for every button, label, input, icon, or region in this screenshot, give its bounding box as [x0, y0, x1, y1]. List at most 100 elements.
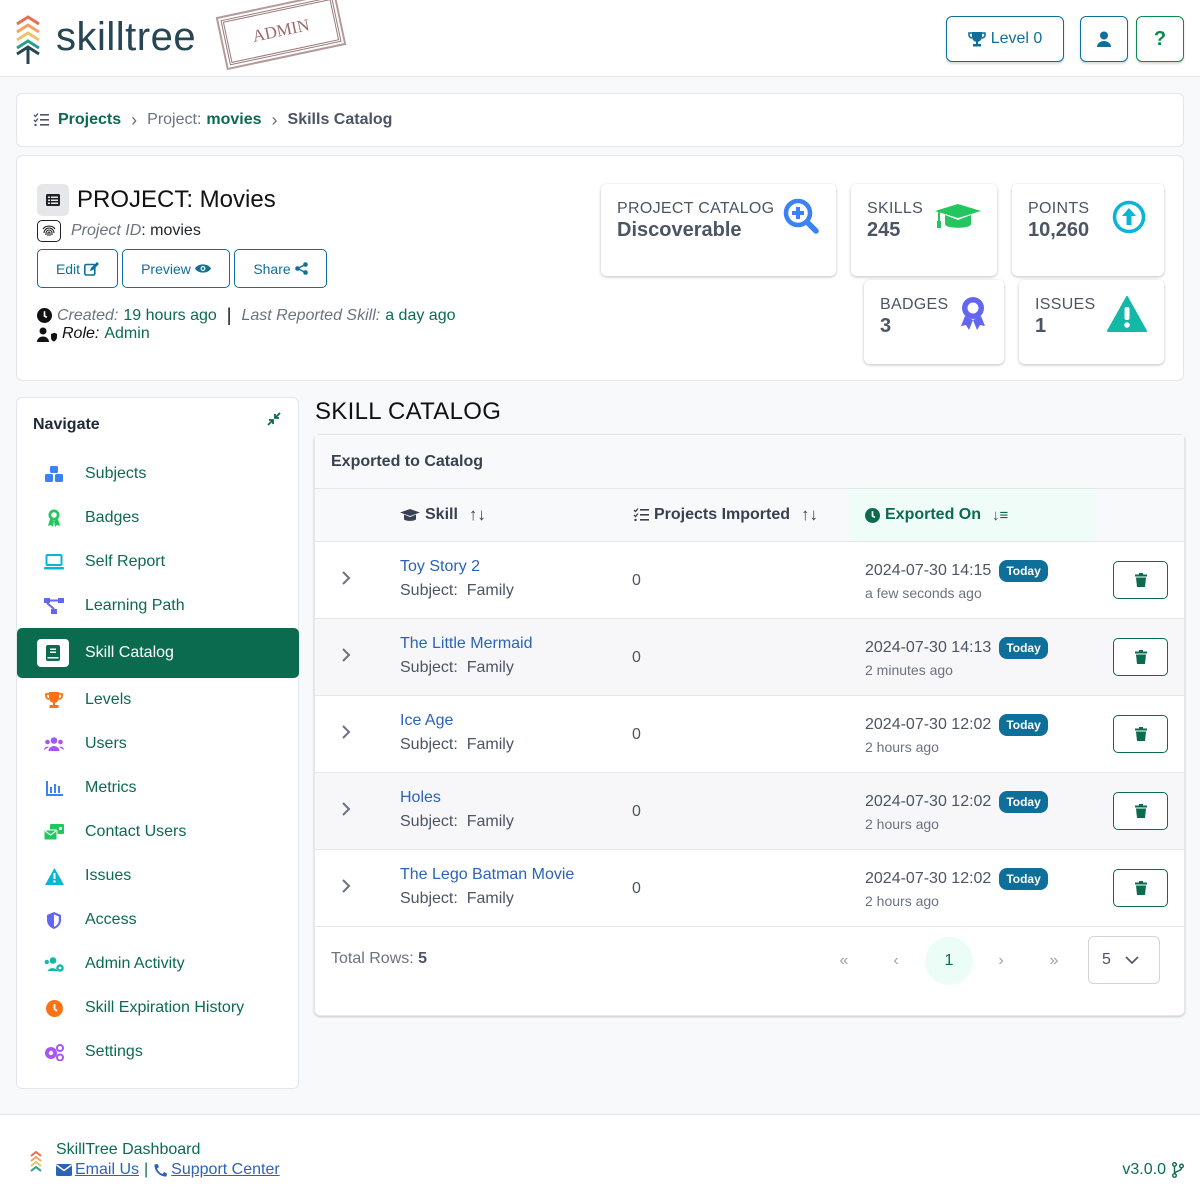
subject-value: Family [466, 736, 514, 753]
level-button[interactable]: Level 0 [946, 16, 1064, 62]
preview-button[interactable]: Preview [122, 249, 230, 288]
delete-button[interactable] [1113, 792, 1168, 830]
nav-item-issues[interactable]: Issues [17, 851, 299, 901]
trash-icon [1134, 727, 1147, 741]
delete-button[interactable] [1113, 715, 1168, 753]
nav-item-skill-catalog[interactable]: Skill Catalog [17, 628, 299, 678]
first-page-button[interactable]: « [820, 937, 868, 985]
edit-label: Edit [55, 260, 81, 277]
stat-card-skills: SKILLS 245 [851, 184, 997, 276]
warning-icon [1107, 296, 1147, 332]
clock-icon [43, 997, 65, 1019]
laptop-icon [43, 551, 65, 573]
nav-item-metrics[interactable]: Metrics [17, 763, 299, 813]
nav-label: Learning Path [85, 597, 185, 614]
last-page-button[interactable]: » [1030, 937, 1078, 985]
next-page-button[interactable]: › [977, 937, 1025, 985]
nav-label: Issues [85, 867, 132, 884]
navigate-title: Navigate [33, 416, 100, 433]
nav-item-learning-path[interactable]: Learning Path [17, 581, 299, 631]
email-us-link[interactable]: Email Us [75, 1161, 139, 1179]
table-row: Ice Age Subject: Family 0 2024-07-30 12:02 T… [315, 696, 1184, 773]
share-button[interactable]: Share [234, 249, 327, 288]
project-header: PROJECT: Movies Project ID : movies Edit… [16, 155, 1184, 381]
user-shield-icon [37, 327, 57, 342]
stat-card-issues: ISSUES 1 [1019, 280, 1164, 364]
trash-icon [1134, 650, 1147, 664]
support-center-link[interactable]: Support Center [171, 1161, 280, 1179]
expand-row-icon[interactable] [341, 570, 351, 586]
exported-date-value: 2024-07-30 12:02 [865, 793, 992, 810]
column-label: Exported On [885, 506, 982, 523]
collapse-icon[interactable] [267, 412, 281, 426]
help-button[interactable]: ? [1136, 16, 1184, 62]
page-size-value: 5 [1102, 951, 1111, 968]
created-value: 19 hours ago [123, 306, 217, 324]
delete-button[interactable] [1113, 869, 1168, 907]
skill-link[interactable]: The Lego Batman Movie [400, 866, 574, 884]
logo-text: skilltree [56, 14, 197, 59]
version-label: v3.0.0 [1122, 1161, 1166, 1178]
logo[interactable]: skilltree [14, 14, 196, 64]
column-header-exported-on[interactable]: Exported On ↓≡ [849, 489, 1096, 541]
nav-label: Subjects [85, 465, 147, 482]
column-header-projects-imported[interactable]: Projects Imported ↑↓ [633, 489, 818, 541]
nav-item-skill-expiration-history[interactable]: Skill Expiration History [17, 983, 299, 1033]
nav-item-self-report[interactable]: Self Report [17, 537, 299, 587]
expand-row-icon[interactable] [341, 878, 351, 894]
users-cog-icon [43, 953, 65, 975]
mail-bulk-icon [43, 821, 65, 843]
breadcrumb-projects-link[interactable]: Projects [58, 111, 121, 129]
project-title: PROJECT: Movies [77, 186, 276, 213]
skill-link[interactable]: Toy Story 2 [400, 558, 480, 576]
stat-card-project-catalog: PROJECT CATALOG Discoverable [601, 184, 836, 276]
project-id-value: : movies [141, 222, 201, 239]
skill-link[interactable]: Holes [400, 789, 441, 807]
nav-label: Access [85, 911, 137, 928]
breadcrumb-project-link[interactable]: movies [206, 111, 261, 129]
question-icon: ? [1153, 27, 1167, 50]
column-header-skill[interactable]: Skill ↑↓ [400, 489, 486, 541]
today-badge: Today [999, 560, 1048, 582]
page-1-button[interactable]: 1 [925, 937, 973, 985]
nav-item-levels[interactable]: Levels [17, 675, 299, 725]
nav-item-access[interactable]: Access [17, 895, 299, 945]
nav-label: Settings [85, 1043, 143, 1060]
phone-icon [154, 1163, 168, 1177]
chevron-down-icon [1125, 955, 1139, 964]
expand-row-icon[interactable] [341, 801, 351, 817]
warning-icon [43, 865, 65, 887]
nav-item-settings[interactable]: Settings [17, 1027, 299, 1077]
projects-imported-count: 0 [632, 803, 641, 820]
exported-relative-time: 2 hours ago [865, 739, 939, 755]
exported-date: 2024-07-30 12:02 Today [865, 791, 1048, 813]
delete-button[interactable] [1113, 638, 1168, 676]
exported-relative-time: 2 hours ago [865, 816, 939, 832]
footer-title: SkillTree Dashboard [56, 1141, 201, 1158]
nav-item-badges[interactable]: Badges [17, 493, 299, 543]
user-button[interactable] [1080, 16, 1128, 62]
exported-date: 2024-07-30 14:15 Today [865, 560, 1048, 582]
last-reported-label: Last Reported Skill: [241, 306, 381, 324]
nav-item-contact-users[interactable]: Contact Users [17, 807, 299, 857]
edit-button[interactable]: Edit [37, 249, 118, 288]
cogs-icon [43, 1041, 65, 1063]
page-size-select[interactable]: 5 [1088, 936, 1160, 984]
nav-label: Users [85, 735, 127, 752]
nav-item-users[interactable]: Users [17, 719, 299, 769]
skill-subject: Subject: Family [400, 813, 514, 831]
graduation-cap-icon [400, 508, 420, 521]
skill-link[interactable]: Ice Age [400, 712, 453, 730]
projects-imported-count: 0 [632, 649, 641, 666]
skill-link[interactable]: The Little Mermaid [400, 635, 533, 653]
prev-page-button[interactable]: ‹ [872, 937, 920, 985]
delete-button[interactable] [1113, 561, 1168, 599]
nav-item-subjects[interactable]: Subjects [17, 449, 299, 499]
award-icon [43, 507, 65, 529]
expand-row-icon[interactable] [341, 647, 351, 663]
skilltree-logo-icon [16, 15, 40, 64]
expand-row-icon[interactable] [341, 724, 351, 740]
list-check-icon [33, 113, 49, 127]
nav-item-admin-activity[interactable]: Admin Activity [17, 939, 299, 989]
chart-bar-icon [43, 777, 65, 799]
